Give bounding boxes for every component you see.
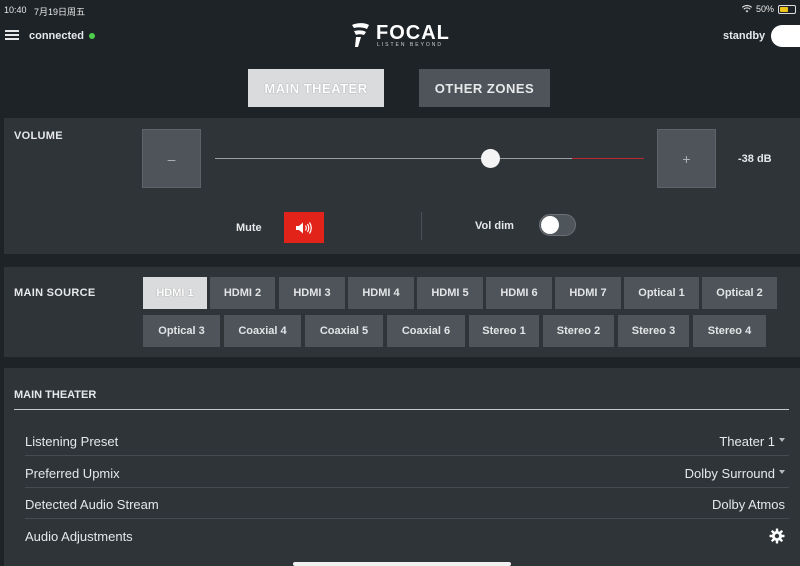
tab-main-theater[interactable]: MAIN THEATER: [248, 69, 384, 107]
menu-icon[interactable]: [5, 30, 19, 40]
focal-logo: FOCAL LISTEN BEYOND: [350, 22, 454, 48]
preferred-upmix-label: Preferred Upmix: [25, 466, 120, 481]
volume-up-button[interactable]: +: [657, 129, 716, 188]
source-button-label: Stereo 3: [631, 325, 676, 337]
volume-slider-limit: [572, 158, 644, 159]
tab-other-zones-label: OTHER ZONES: [434, 80, 535, 96]
listening-preset-value: Theater 1: [719, 434, 775, 449]
standby-toggle[interactable]: [771, 25, 800, 47]
listening-preset-label: Listening Preset: [25, 434, 119, 449]
source-button-stereo-1[interactable]: Stereo 1: [469, 315, 539, 347]
chevron-down-icon: [779, 470, 785, 474]
vol-dim-label: Vol dim: [475, 220, 514, 232]
main-theater-divider: [14, 409, 789, 410]
focal-mark-icon: [352, 23, 369, 47]
source-button-hdmi-6[interactable]: HDMI 6: [486, 277, 552, 309]
source-button-hdmi-2[interactable]: HDMI 2: [210, 277, 275, 309]
source-button-label: HDMI 3: [293, 287, 331, 299]
status-date: 7月19日周五: [34, 7, 86, 17]
source-button-label: HDMI 6: [500, 287, 538, 299]
source-button-label: Optical 1: [638, 287, 685, 299]
connection-status: connected: [29, 30, 85, 42]
source-button-label: Optical 2: [716, 287, 763, 299]
main-source-label: MAIN SOURCE: [14, 287, 96, 299]
source-button-label: Stereo 1: [482, 325, 526, 337]
source-button-label: Stereo 4: [707, 325, 752, 337]
minus-icon: –: [167, 150, 176, 167]
chevron-down-icon: [779, 438, 785, 442]
volume-value: -38 dB: [738, 153, 772, 165]
battery-icon: [778, 4, 796, 14]
plus-icon: +: [682, 150, 691, 167]
source-button-label: Optical 3: [158, 325, 205, 337]
wifi-icon: [741, 5, 752, 13]
audio-adjustments-label: Audio Adjustments: [25, 529, 133, 544]
mute-button[interactable]: [284, 212, 324, 243]
source-button-stereo-4[interactable]: Stereo 4: [693, 315, 766, 347]
speaker-icon: [296, 221, 312, 234]
status-time: 10:40: [4, 5, 27, 15]
source-button-hdmi-5[interactable]: HDMI 5: [417, 277, 483, 309]
home-indicator[interactable]: [293, 562, 511, 566]
tab-main-theater-label: MAIN THEATER: [264, 80, 368, 96]
battery-percent: 50%: [755, 4, 774, 14]
connection-dot: [89, 33, 95, 39]
source-button-label: HDMI 2: [223, 287, 262, 299]
source-button-label: HDMI 4: [362, 287, 400, 299]
volume-down-button[interactable]: –: [142, 129, 201, 188]
vol-dim-toggle[interactable]: [539, 214, 576, 236]
source-button-coaxial-5[interactable]: Coaxial 5: [305, 315, 383, 347]
source-button-optical-1[interactable]: Optical 1: [624, 277, 699, 309]
standby-label: standby: [723, 30, 766, 42]
source-button-label: Coaxial 4: [238, 325, 287, 337]
source-button-label: HDMI 5: [431, 287, 469, 299]
preferred-upmix-value: Dolby Surround: [684, 466, 775, 481]
detected-audio-stream-label: Detected Audio Stream: [25, 497, 159, 512]
source-button-hdmi-7[interactable]: HDMI 7: [555, 277, 621, 309]
volume-slider-track[interactable]: [215, 158, 573, 159]
source-button-stereo-2[interactable]: Stereo 2: [543, 315, 614, 347]
source-button-optical-3[interactable]: Optical 3: [143, 315, 220, 347]
source-button-hdmi-3[interactable]: HDMI 3: [279, 277, 345, 309]
tab-other-zones[interactable]: OTHER ZONES: [419, 69, 550, 107]
detected-audio-stream-row: Detected Audio Stream Dolby Atmos: [25, 488, 789, 519]
source-button-label: Coaxial 6: [401, 325, 451, 337]
main-theater-panel: MAIN THEATER Listening Preset Theater 1 …: [4, 368, 800, 566]
source-button-coaxial-6[interactable]: Coaxial 6: [387, 315, 465, 347]
source-button-label: HDMI 1: [156, 287, 194, 299]
source-button-label: HDMI 7: [569, 287, 607, 299]
volume-divider: [421, 212, 422, 240]
volume-slider-thumb[interactable]: [481, 149, 500, 168]
source-button-optical-2[interactable]: Optical 2: [702, 277, 777, 309]
detected-audio-stream-value: Dolby Atmos: [712, 497, 785, 512]
source-button-label: Coaxial 5: [319, 325, 369, 337]
main-theater-title: MAIN THEATER: [14, 389, 97, 401]
source-button-hdmi-1[interactable]: HDMI 1: [143, 277, 207, 309]
status-bar: 10:40 7月19日周五 50%: [0, 0, 800, 20]
volume-panel: VOLUME – + -38 dB Mute Vol dim: [4, 118, 800, 254]
source-button-label: Stereo 2: [556, 325, 601, 337]
source-button-stereo-3[interactable]: Stereo 3: [618, 315, 689, 347]
audio-adjustments-row[interactable]: Audio Adjustments: [25, 520, 789, 551]
listening-preset-row[interactable]: Listening Preset Theater 1: [25, 425, 789, 456]
source-button-hdmi-4[interactable]: HDMI 4: [348, 277, 414, 309]
gear-icon[interactable]: [769, 528, 785, 544]
status-right: 50%: [741, 4, 796, 14]
main-source-panel: MAIN SOURCE HDMI 1 HDMI 2 HDMI 3 HDMI 4 …: [4, 267, 800, 357]
mute-label: Mute: [236, 222, 262, 234]
preferred-upmix-row[interactable]: Preferred Upmix Dolby Surround: [25, 457, 789, 488]
volume-label: VOLUME: [14, 130, 63, 142]
logo-tagline: LISTEN BEYOND: [377, 42, 444, 48]
app-header: connected FOCAL LISTEN BEYOND standby: [0, 20, 800, 56]
source-button-coaxial-4[interactable]: Coaxial 4: [224, 315, 301, 347]
